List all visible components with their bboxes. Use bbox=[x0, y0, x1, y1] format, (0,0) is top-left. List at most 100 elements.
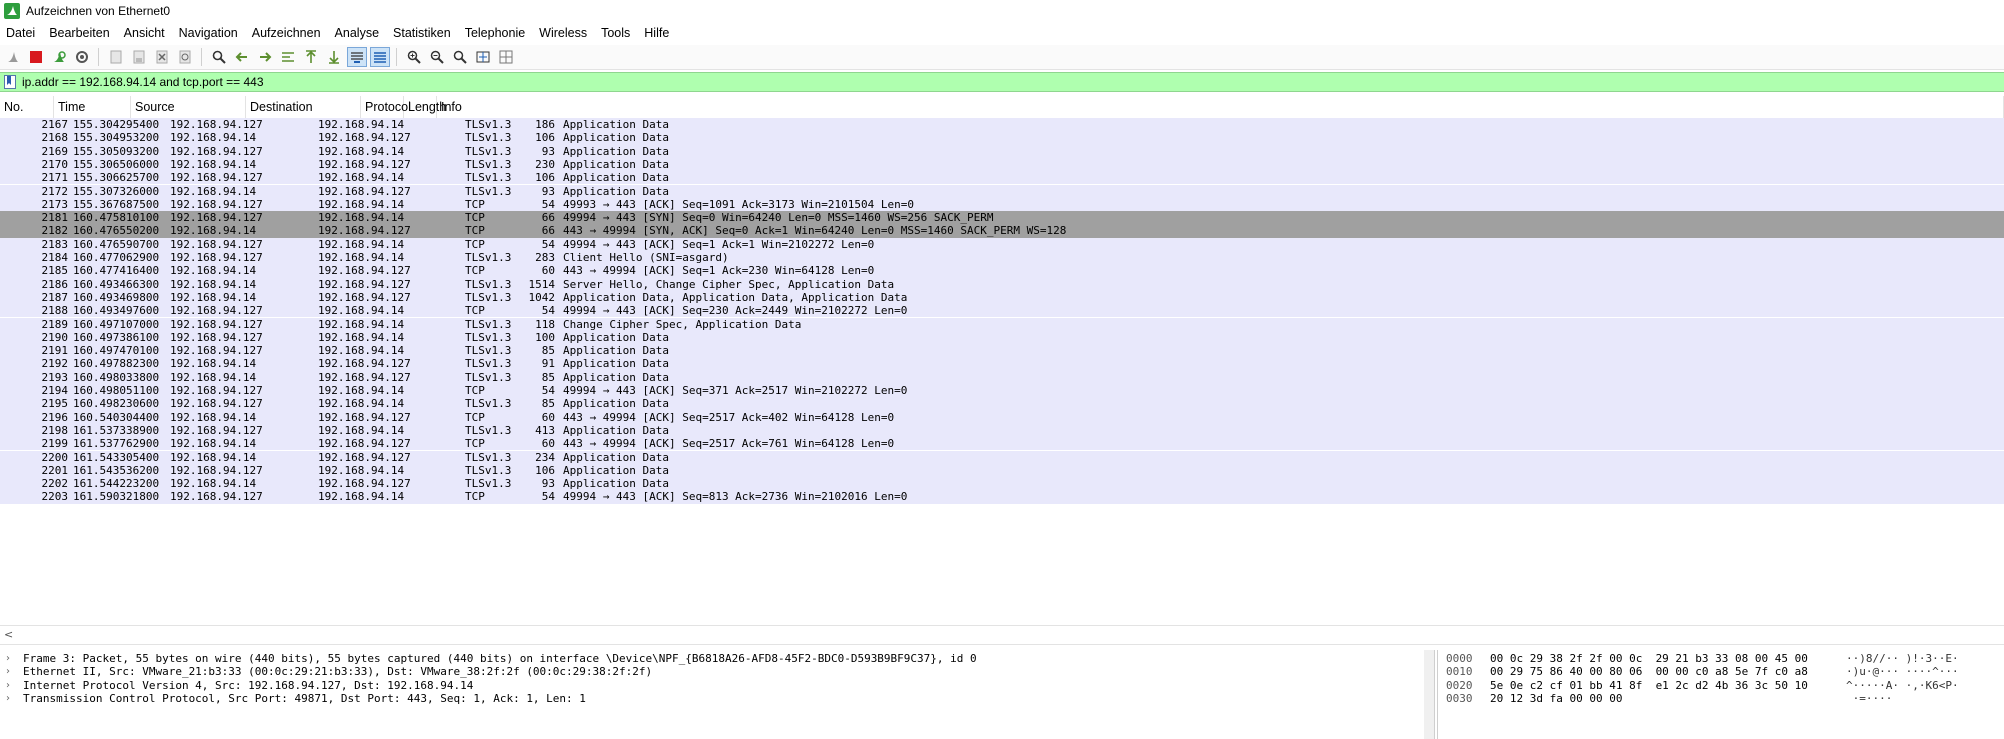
chevron-right-icon[interactable]: › bbox=[6, 665, 10, 678]
zoom-in-icon[interactable] bbox=[404, 47, 424, 67]
table-row[interactable]: 2193 160.498033800 192.168.94.14 192.168.94… bbox=[0, 370, 2004, 384]
table-row[interactable]: 2173 155.367687500 192.168.94.127 192.168.9… bbox=[0, 197, 2004, 212]
table-row[interactable]: 2181 160.475810100 192.168.94.127 192.168.9… bbox=[0, 211, 2004, 225]
table-row[interactable]: 2182 160.476550200 192.168.94.14 192.168.94… bbox=[0, 224, 2004, 238]
table-row[interactable]: 2198 161.537338900 192.168.94.127 192.168.9… bbox=[0, 423, 2004, 438]
detail-tree-item[interactable]: › Internet Protocol Version 4, Src: 192.1… bbox=[0, 679, 1434, 692]
table-row[interactable]: 2189 160.497107000 192.168.94.127 192.168.9… bbox=[0, 317, 2004, 331]
display-filter-input[interactable] bbox=[22, 73, 2004, 91]
menu-wireless[interactable]: Wireless bbox=[532, 26, 594, 40]
column-header-length[interactable]: Length bbox=[404, 96, 446, 118]
table-row[interactable]: 2186 160.493466300 192.168.94.14 192.168.94… bbox=[0, 277, 2004, 291]
table-row[interactable]: 2202 161.544223200 192.168.94.14 192.168.94… bbox=[0, 477, 2004, 491]
cell-src: 192.168.94.14 bbox=[170, 357, 257, 371]
zoom-out-icon[interactable] bbox=[427, 47, 447, 67]
auto-scroll-icon[interactable] bbox=[347, 47, 367, 67]
capture-options-icon[interactable] bbox=[72, 47, 92, 67]
table-row[interactable]: 2196 160.540304400 192.168.94.14 192.168.94… bbox=[0, 410, 2004, 424]
table-row[interactable]: 2167 155.304295400 192.168.94.127 192.168.9… bbox=[0, 118, 2004, 132]
stop-capture-icon[interactable] bbox=[26, 47, 46, 67]
menu-statistiken[interactable]: Statistiken bbox=[386, 26, 458, 40]
cell-len: 66 bbox=[541, 211, 555, 225]
hex-ascii[interactable]: ·)u·@··· ····^··· bbox=[1846, 665, 1959, 679]
layout-icon[interactable] bbox=[496, 47, 516, 67]
close-file-icon[interactable] bbox=[152, 47, 172, 67]
cell-info: Application Data bbox=[563, 144, 669, 158]
go-first-packet-icon[interactable] bbox=[301, 47, 321, 67]
cell-len: 413 bbox=[535, 423, 555, 437]
menu-bearbeiten[interactable]: Bearbeiten bbox=[42, 26, 116, 40]
detail-tree-item[interactable]: › Ethernet II, Src: VMware_21:b3:33 (00:0… bbox=[0, 665, 1434, 678]
column-header-no[interactable]: No. bbox=[0, 96, 54, 118]
detail-tree-item[interactable]: › Transmission Control Protocol, Src Port… bbox=[0, 692, 1434, 705]
resize-columns-icon[interactable] bbox=[473, 47, 493, 67]
hex-bytes[interactable]: 20 12 3d fa 00 00 00 bbox=[1490, 692, 1622, 706]
hex-bytes[interactable]: 00 0c 29 38 2f 2f 00 0c 29 21 b3 33 08 0… bbox=[1490, 652, 1808, 666]
cell-info: 443 → 49994 [SYN, ACK] Seq=0 Ack=1 Win=6… bbox=[563, 224, 1067, 238]
chevron-right-icon[interactable]: › bbox=[6, 652, 10, 665]
detail-tree-item[interactable]: › Frame 3: Packet, 55 bytes on wire (440 … bbox=[0, 652, 1434, 665]
table-row[interactable]: 2185 160.477416400 192.168.94.14 192.168.94… bbox=[0, 264, 2004, 278]
table-row[interactable]: 2183 160.476590700 192.168.94.127 192.168.9… bbox=[0, 237, 2004, 251]
hex-ascii[interactable]: ^·····A· ·,·K6<P· bbox=[1846, 679, 1959, 693]
table-row[interactable]: 2192 160.497882300 192.168.94.14 192.168.94… bbox=[0, 357, 2004, 371]
save-file-icon[interactable] bbox=[129, 47, 149, 67]
column-header-info[interactable]: Info bbox=[437, 96, 2004, 118]
column-header-destination[interactable]: Destination bbox=[246, 96, 361, 118]
cell-info: Client Hello (SNI=asgard) bbox=[563, 251, 729, 264]
menu-aufzeichnen[interactable]: Aufzeichnen bbox=[245, 26, 328, 40]
hex-ascii[interactable]: ··)8//·· )!·3··E· bbox=[1846, 652, 1959, 666]
normal-size-icon[interactable] bbox=[450, 47, 470, 67]
cell-len: 66 bbox=[541, 224, 555, 238]
start-capture-icon[interactable] bbox=[3, 47, 23, 67]
filter-bookmark-icon[interactable] bbox=[3, 74, 17, 90]
table-row[interactable]: 2187 160.493469800 192.168.94.14 192.168.94… bbox=[0, 290, 2004, 305]
menu-telephonie[interactable]: Telephonie bbox=[458, 26, 532, 40]
menu-tools[interactable]: Tools bbox=[594, 26, 637, 40]
table-row[interactable]: 2184 160.477062900 192.168.94.127 192.168.9… bbox=[0, 251, 2004, 265]
packet-list-scrollbar[interactable]: < bbox=[0, 625, 2004, 645]
column-header-time[interactable]: Time bbox=[54, 96, 131, 118]
cell-src: 192.168.94.14 bbox=[170, 370, 257, 384]
table-row[interactable]: 2201 161.543536200 192.168.94.127 192.168.9… bbox=[0, 463, 2004, 478]
menu-hilfe[interactable]: Hilfe bbox=[637, 26, 676, 40]
restart-capture-icon[interactable] bbox=[49, 47, 69, 67]
go-back-icon[interactable] bbox=[232, 47, 252, 67]
hex-bytes[interactable]: 00 29 75 86 40 00 80 06 00 00 c0 a8 5e 7… bbox=[1490, 665, 1808, 679]
table-row[interactable]: 2190 160.497386100 192.168.94.127 192.168.9… bbox=[0, 330, 2004, 345]
colorize-icon[interactable] bbox=[370, 47, 390, 67]
reload-file-icon[interactable] bbox=[175, 47, 195, 67]
scroll-left-icon[interactable]: < bbox=[4, 628, 13, 641]
chevron-right-icon[interactable]: › bbox=[6, 692, 10, 705]
go-to-packet-icon[interactable] bbox=[278, 47, 298, 67]
cell-src: 192.168.94.127 bbox=[170, 304, 263, 318]
column-header-source[interactable]: Source bbox=[131, 96, 246, 118]
table-row[interactable]: 2188 160.493497600 192.168.94.127 192.168.9… bbox=[0, 304, 2004, 318]
cell-src: 192.168.94.14 bbox=[170, 184, 257, 198]
table-row[interactable]: 2191 160.497470100 192.168.94.127 192.168.9… bbox=[0, 344, 2004, 358]
table-row[interactable]: 2200 161.543305400 192.168.94.14 192.168.94… bbox=[0, 450, 2004, 464]
menu-navigation[interactable]: Navigation bbox=[172, 26, 245, 40]
table-row[interactable]: 2169 155.305093200 192.168.94.127 192.168.9… bbox=[0, 144, 2004, 158]
table-row[interactable]: 2195 160.498230600 192.168.94.127 192.168.9… bbox=[0, 397, 2004, 411]
cell-time: 160.493466300 bbox=[73, 277, 160, 291]
column-header-protocol[interactable]: Protocol bbox=[361, 96, 411, 118]
go-forward-icon[interactable] bbox=[255, 47, 275, 67]
details-scrollbar[interactable] bbox=[1424, 650, 1434, 739]
table-row[interactable]: 2194 160.498051100 192.168.94.127 192.168.9… bbox=[0, 384, 2004, 398]
table-row[interactable]: 2199 161.537762900 192.168.94.14 192.168.94… bbox=[0, 437, 2004, 451]
table-row[interactable]: 2168 155.304953200 192.168.94.14 192.168.94… bbox=[0, 131, 2004, 145]
table-row[interactable]: 2171 155.306625700 192.168.94.127 192.168.9… bbox=[0, 171, 2004, 185]
open-file-icon[interactable] bbox=[106, 47, 126, 67]
table-row[interactable]: 2170 155.306506000 192.168.94.14 192.168.94… bbox=[0, 157, 2004, 172]
menu-ansicht[interactable]: Ansicht bbox=[117, 26, 172, 40]
menu-analyse[interactable]: Analyse bbox=[328, 26, 386, 40]
hex-bytes[interactable]: 5e 0e c2 cf 01 bb 41 8f e1 2c d2 4b 36 3… bbox=[1490, 679, 1808, 693]
menu-datei[interactable]: Datei bbox=[0, 26, 42, 40]
table-row[interactable]: 2203 161.590321800 192.168.94.127 192.168.9… bbox=[0, 490, 2004, 504]
go-last-packet-icon[interactable] bbox=[324, 47, 344, 67]
chevron-right-icon[interactable]: › bbox=[6, 679, 10, 692]
table-row[interactable]: 2172 155.307326000 192.168.94.14 192.168.94… bbox=[0, 184, 2004, 198]
find-packet-icon[interactable] bbox=[209, 47, 229, 67]
hex-ascii[interactable]: ·=···· bbox=[1846, 692, 1893, 706]
